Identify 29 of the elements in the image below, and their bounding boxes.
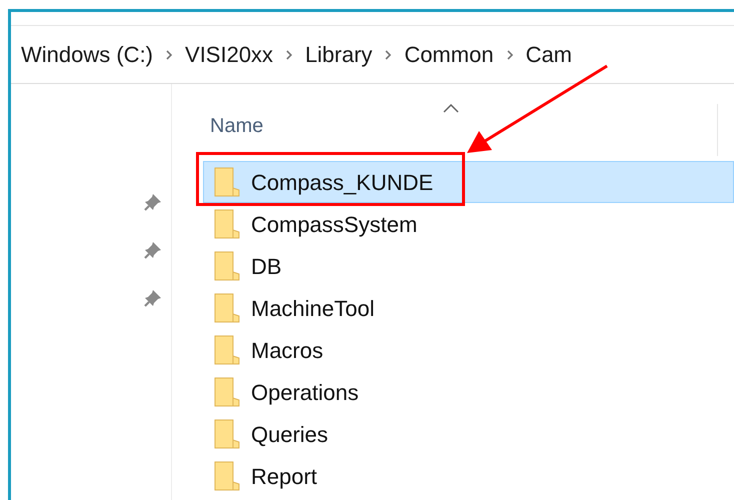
file-row[interactable]: DB: [203, 245, 734, 287]
breadcrumb-item[interactable]: Library: [305, 38, 372, 71]
folder-icon: [214, 251, 240, 281]
pin-icon[interactable]: [143, 288, 163, 308]
folder-icon: [214, 209, 240, 239]
breadcrumb-item[interactable]: Windows (C:): [21, 38, 154, 71]
breadcrumb-item[interactable]: Common: [404, 38, 494, 71]
pin-icon[interactable]: [143, 192, 163, 212]
file-row[interactable]: Compass_KUNDE: [203, 161, 734, 203]
folder-icon: [214, 167, 240, 197]
chevron-icon: [285, 48, 294, 60]
breadcrumb-item[interactable]: VISI20xx: [185, 38, 274, 71]
pin-icon[interactable]: [143, 240, 163, 260]
file-row[interactable]: Report: [203, 455, 734, 497]
folder-icon: [214, 419, 240, 449]
column-header[interactable]: Name: [210, 111, 264, 141]
file-row[interactable]: Operations: [203, 371, 734, 413]
file-row[interactable]: Queries: [203, 413, 734, 455]
folder-icon: [214, 377, 240, 407]
folder-icon: [214, 293, 240, 323]
file-row[interactable]: CompassSystem: [203, 203, 734, 245]
file-row[interactable]: Macros: [203, 329, 734, 371]
breadcrumb-item[interactable]: Cam: [526, 38, 572, 71]
chevron-icon: [506, 48, 514, 60]
chevron-icon: [165, 48, 174, 60]
folder-icon: [214, 461, 240, 491]
file-row[interactable]: MachineTool: [203, 287, 734, 329]
chevron-icon: [384, 48, 392, 60]
folder-icon: [214, 335, 240, 365]
